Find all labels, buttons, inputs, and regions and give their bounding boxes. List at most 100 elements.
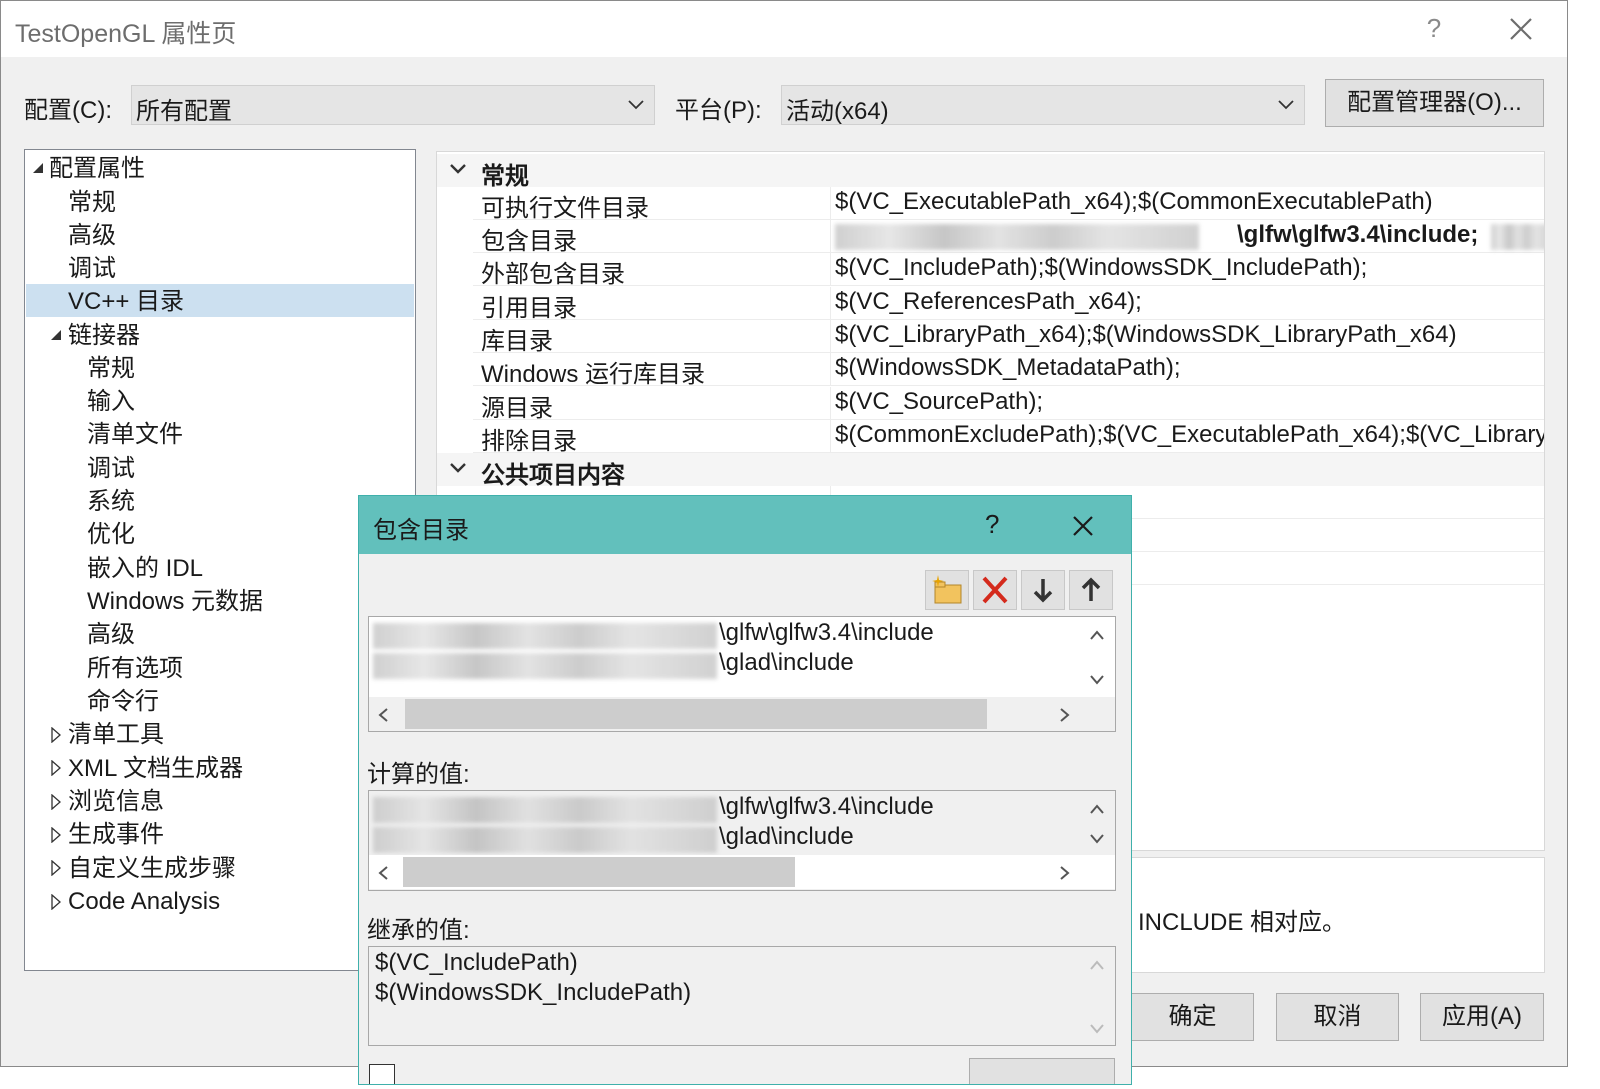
- horizontal-scrollbar[interactable]: [369, 697, 1115, 731]
- move-down-button[interactable]: [1021, 570, 1065, 610]
- property-name: 外部包含目录: [481, 261, 625, 288]
- delete-line-button[interactable]: [973, 570, 1017, 610]
- help-button[interactable]: ?: [1419, 13, 1449, 44]
- dialog-title: 包含目录: [373, 517, 469, 544]
- collapsed-arrow-icon[interactable]: [51, 827, 61, 843]
- property-value: $(VC_ExecutablePath_x64);$(CommonExecuta…: [835, 188, 1433, 215]
- tree-item-linker-advanced[interactable]: 高级: [87, 618, 135, 651]
- tree-item-linker-optimization[interactable]: 优化: [87, 518, 135, 551]
- tree-item-linker-debugging[interactable]: 调试: [87, 452, 135, 485]
- property-row[interactable]: Windows 运行库目录 $(WindowsSDK_MetadataPath)…: [473, 353, 1544, 388]
- tree-item-linker-general[interactable]: 常规: [87, 352, 135, 385]
- chevron-down-icon: [628, 100, 644, 110]
- tree-item-linker[interactable]: 链接器: [68, 319, 140, 352]
- property-row[interactable]: 引用目录 $(VC_ReferencesPath_x64);: [473, 287, 1544, 322]
- tree-item-linker-command-line[interactable]: 命令行: [87, 685, 159, 718]
- delete-icon: [982, 576, 1008, 604]
- tree-item-linker-input[interactable]: 输入: [87, 385, 135, 418]
- inherited-values-label: 继承的值:: [367, 917, 470, 944]
- tree-item-config-properties[interactable]: 配置属性: [49, 152, 145, 185]
- tree-item-xml-doc-generator[interactable]: XML 文档生成器: [68, 752, 243, 785]
- property-row[interactable]: 排除目录 $(CommonExcludePath);$(VC_Executabl…: [473, 420, 1544, 455]
- tree-item-linker-embedded-idl[interactable]: 嵌入的 IDL: [87, 552, 203, 585]
- tree-item-browse-info[interactable]: 浏览信息: [68, 785, 164, 818]
- close-icon[interactable]: [1069, 512, 1097, 540]
- platform-select-value: 活动(x64): [786, 98, 889, 125]
- tree-item-general[interactable]: 常规: [68, 186, 116, 219]
- chevron-down-icon[interactable]: [449, 459, 467, 477]
- scroll-up-icon[interactable]: [1089, 629, 1105, 641]
- description-text: INCLUDE 相对应。: [1138, 909, 1347, 936]
- collapsed-arrow-icon[interactable]: [51, 727, 61, 743]
- collapsed-arrow-icon[interactable]: [51, 760, 61, 776]
- scrollbar-thumb[interactable]: [405, 699, 987, 729]
- column-divider: [830, 353, 831, 386]
- property-row-include[interactable]: 包含目录 \glfw\glfw3.4\include;: [473, 220, 1544, 255]
- description-panel: INCLUDE 相对应。: [1117, 857, 1545, 973]
- new-line-button[interactable]: [925, 570, 969, 610]
- property-row[interactable]: 可执行文件目录 $(VC_ExecutablePath_x64);$(Commo…: [473, 187, 1544, 222]
- scroll-right-icon[interactable]: [1059, 865, 1071, 881]
- inherit-checkbox[interactable]: [369, 1064, 395, 1084]
- tree-item-linker-system[interactable]: 系统: [87, 485, 135, 518]
- list-item[interactable]: \glad\include: [719, 649, 854, 677]
- collapsed-arrow-icon[interactable]: [51, 860, 61, 876]
- category-public-project-content[interactable]: 公共项目内容: [437, 453, 1544, 489]
- scroll-left-icon[interactable]: [377, 707, 389, 723]
- scroll-down-icon[interactable]: [1089, 833, 1105, 845]
- property-value: $(VC_SourcePath);: [835, 388, 1044, 415]
- expanded-arrow-icon[interactable]: [50, 329, 62, 341]
- scroll-left-icon[interactable]: [377, 865, 389, 881]
- tree-item-manifest-tool[interactable]: 清单工具: [68, 718, 164, 751]
- apply-button[interactable]: 应用(A): [1420, 993, 1544, 1041]
- scrollbar-thumb[interactable]: [403, 857, 795, 887]
- macros-button[interactable]: [969, 1058, 1115, 1084]
- platform-select[interactable]: 活动(x64): [781, 85, 1305, 125]
- tree-item-custom-build-step[interactable]: 自定义生成步骤: [68, 852, 236, 885]
- tree-item-debugging[interactable]: 调试: [68, 252, 116, 285]
- collapsed-arrow-icon[interactable]: [51, 894, 61, 910]
- chevron-down-icon[interactable]: [449, 160, 467, 178]
- tree-item-code-analysis[interactable]: Code Analysis: [68, 885, 220, 918]
- computed-values-list: \glfw\glfw3.4\include \glad\include: [368, 790, 1116, 891]
- dialog-help-button[interactable]: ?: [985, 509, 999, 540]
- property-row[interactable]: 源目录 $(VC_SourcePath);: [473, 387, 1544, 422]
- list-item[interactable]: \glfw\glfw3.4\include: [719, 619, 934, 647]
- scroll-right-icon[interactable]: [1059, 707, 1071, 723]
- collapsed-arrow-icon[interactable]: [51, 794, 61, 810]
- tree-item-linker-manifest[interactable]: 清单文件: [87, 418, 183, 451]
- redacted-path: [373, 623, 717, 649]
- tree-item-vc-directories[interactable]: VC++ 目录: [68, 285, 184, 318]
- column-divider: [830, 220, 831, 253]
- computed-values-label: 计算的值:: [367, 761, 470, 788]
- close-icon[interactable]: [1501, 9, 1541, 49]
- list-item: \glfw\glfw3.4\include: [719, 793, 934, 820]
- scroll-up-icon[interactable]: [1089, 803, 1105, 815]
- move-up-button[interactable]: [1069, 570, 1113, 610]
- config-manager-button[interactable]: 配置管理器(O)...: [1325, 79, 1544, 127]
- inherited-values-list: $(VC_IncludePath) $(WindowsSDK_IncludePa…: [368, 946, 1116, 1046]
- redacted-path: [373, 653, 717, 679]
- scroll-up-icon[interactable]: [1089, 959, 1105, 971]
- scroll-down-icon[interactable]: [1089, 674, 1105, 686]
- scroll-down-icon[interactable]: [1089, 1023, 1105, 1035]
- expanded-arrow-icon[interactable]: [32, 162, 44, 174]
- tree-item-linker-all-options[interactable]: 所有选项: [87, 652, 183, 685]
- column-divider: [830, 420, 831, 453]
- ok-button[interactable]: 确定: [1131, 993, 1254, 1041]
- tree-item-advanced[interactable]: 高级: [68, 219, 116, 252]
- column-divider: [830, 187, 831, 220]
- category-label: 公共项目内容: [481, 462, 625, 489]
- horizontal-scrollbar[interactable]: [369, 855, 1115, 889]
- tree-item-build-events[interactable]: 生成事件: [68, 818, 164, 851]
- dialog-title-bar: 包含目录 ?: [359, 496, 1131, 554]
- property-row[interactable]: 外部包含目录 $(VC_IncludePath);$(WindowsSDK_In…: [473, 253, 1544, 288]
- list-item: \glad\include: [719, 823, 854, 850]
- directories-list[interactable]: \glfw\glfw3.4\include \glad\include: [368, 616, 1116, 732]
- redacted-path: [1491, 224, 1544, 250]
- tree-item-linker-windows-metadata[interactable]: Windows 元数据: [87, 585, 263, 618]
- property-row[interactable]: 库目录 $(VC_LibraryPath_x64);$(WindowsSDK_L…: [473, 320, 1544, 355]
- category-general[interactable]: 常规: [437, 154, 1544, 190]
- cancel-button[interactable]: 取消: [1276, 993, 1399, 1041]
- config-select[interactable]: 所有配置: [131, 85, 655, 125]
